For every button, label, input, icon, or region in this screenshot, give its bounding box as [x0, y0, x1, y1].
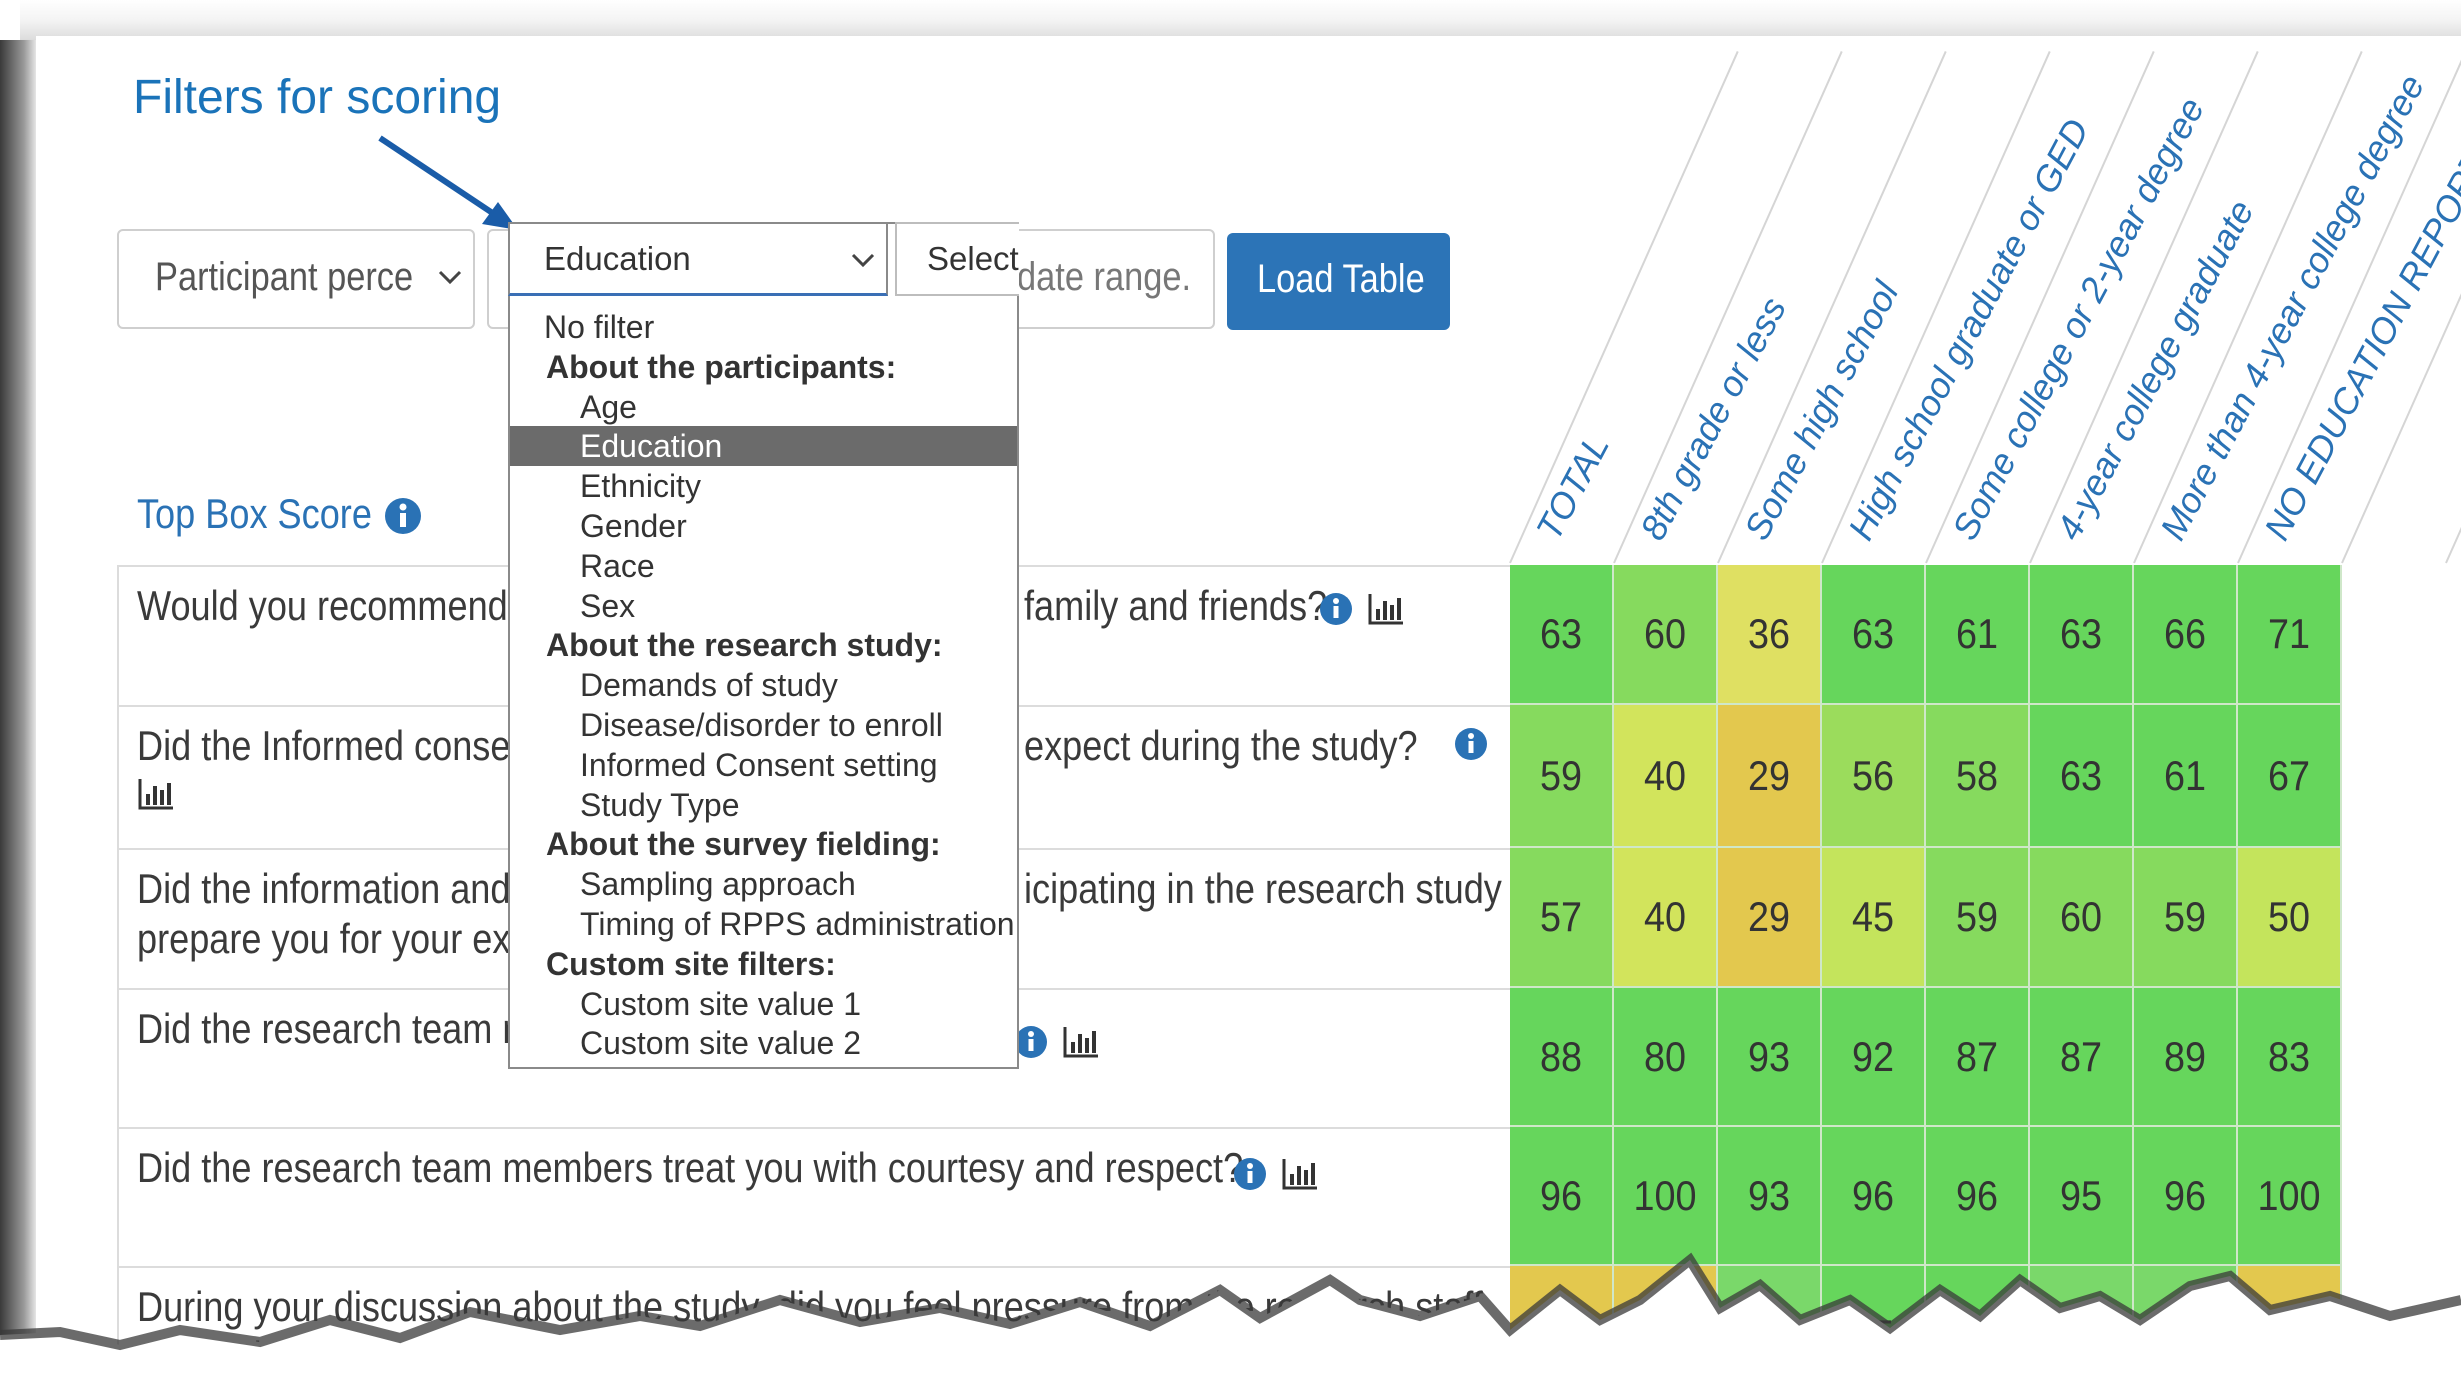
torn-paper-edge: [0, 1252, 2461, 1386]
screenshot-frame: Filters for scoring Participant perce da…: [0, 0, 2461, 1386]
